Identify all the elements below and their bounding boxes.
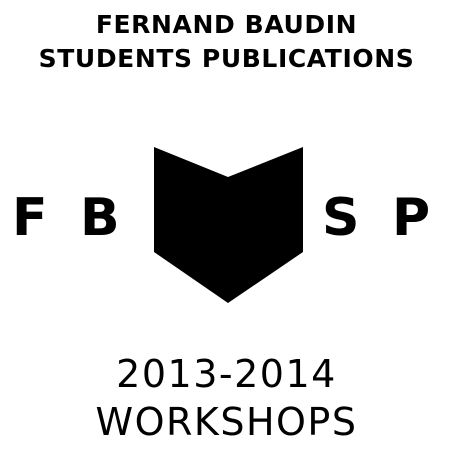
header-title-line-2: STUDENTS PUBLICATIONS <box>38 44 415 73</box>
header-title-line-1: FERNAND BAUDIN <box>95 10 358 39</box>
logo-letter-p: P <box>392 188 431 248</box>
workshop-years: 2013-2014 <box>116 352 337 396</box>
logo-letter-f: F <box>12 188 48 248</box>
open-book-icon <box>154 147 303 303</box>
workshops-label: WORKSHOPS <box>95 400 358 444</box>
logo-letter-b: B <box>80 188 120 248</box>
logo-letter-s: S <box>322 188 360 248</box>
book-shape <box>154 147 303 303</box>
